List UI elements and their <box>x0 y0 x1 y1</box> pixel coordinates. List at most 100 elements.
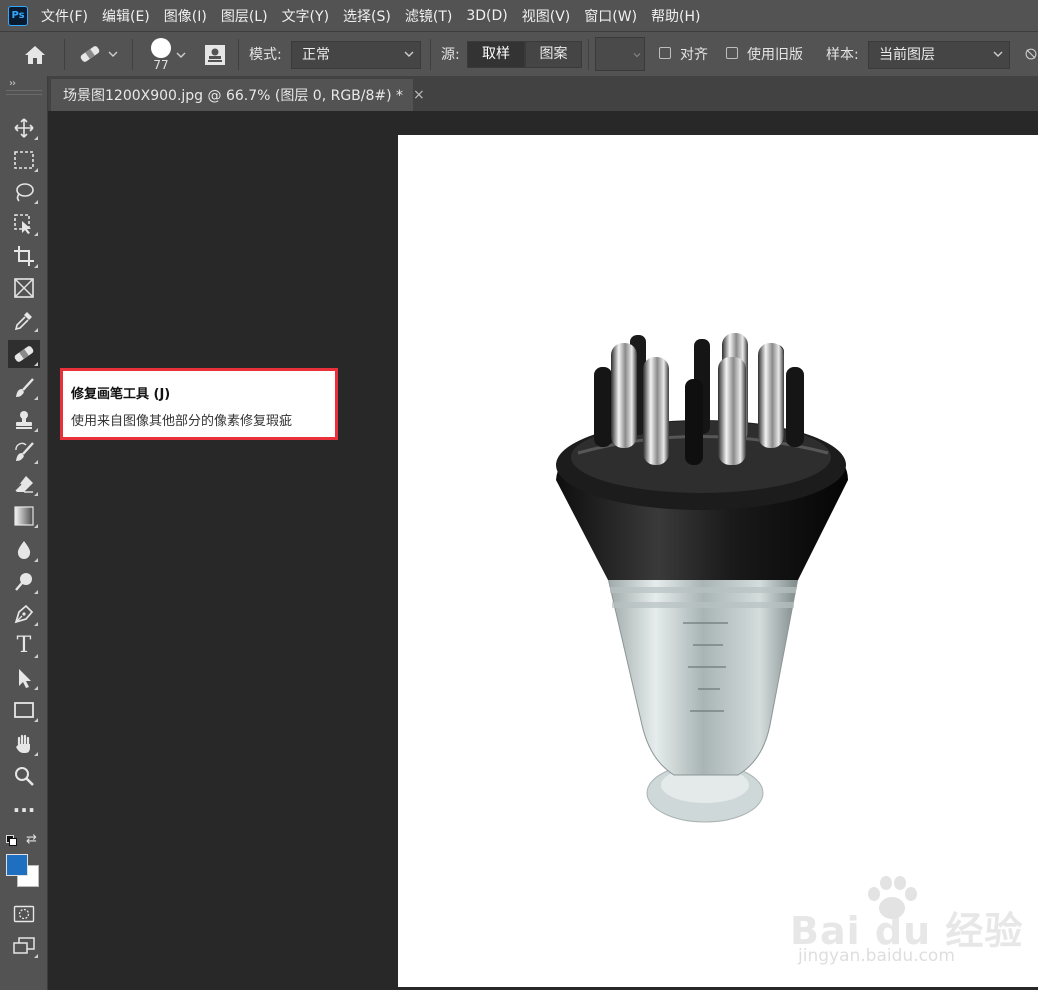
tool-group-indicator <box>34 752 38 756</box>
tool-group-indicator <box>34 328 38 332</box>
menu-edit[interactable]: 编辑(E) <box>102 6 150 26</box>
frame-icon <box>14 278 34 298</box>
object-select-icon <box>14 214 31 234</box>
stamp-icon <box>16 411 32 429</box>
ignore-adjustment-icon <box>1025 48 1037 60</box>
eraser-tool[interactable] <box>8 470 40 498</box>
menu-layer[interactable]: 图层(L) <box>221 6 268 26</box>
type-tool[interactable]: T <box>8 632 40 660</box>
sample-value: 当前图层 <box>879 47 935 63</box>
swap-colors-icon[interactable]: ⇄ <box>26 832 37 847</box>
source-label: 源: <box>441 47 460 63</box>
brush-tip-preview <box>151 38 171 58</box>
use-legacy-checkbox[interactable] <box>726 47 738 59</box>
sample-label: 样本: <box>826 47 859 63</box>
tool-group-indicator <box>34 622 38 626</box>
hand-tool[interactable] <box>8 730 40 758</box>
tool-group-indicator <box>34 686 38 690</box>
brush-picker[interactable]: 77 <box>140 36 192 74</box>
mode-value: 正常 <box>302 47 330 63</box>
mode-select[interactable]: 正常 <box>291 41 421 69</box>
separator <box>64 39 65 70</box>
frame-tool[interactable] <box>8 274 40 302</box>
tool-preset-picker[interactable] <box>72 40 124 68</box>
aligned-checkbox[interactable] <box>659 47 671 59</box>
rect-marquee-icon <box>14 151 34 169</box>
move-tool[interactable] <box>8 114 40 142</box>
drop-icon <box>17 541 31 559</box>
screen-mode-button[interactable] <box>8 932 40 960</box>
home-button[interactable] <box>20 41 50 69</box>
pen-tool[interactable] <box>8 600 40 628</box>
clone-stamp-tool[interactable] <box>8 406 40 434</box>
source-pattern-button[interactable]: 图案 <box>525 41 582 68</box>
tool-group-indicator <box>34 718 38 722</box>
collapse-panel-icon[interactable]: ›› <box>9 78 16 89</box>
screen-mode-icon <box>13 937 35 954</box>
menu-image[interactable]: 图像(I) <box>164 6 207 26</box>
history-brush-tool[interactable] <box>8 438 40 466</box>
dodge-tool[interactable] <box>8 568 40 596</box>
bandage-icon <box>14 346 34 362</box>
zoom-tool[interactable] <box>8 762 40 790</box>
menu-bar: Ps 文件(F) 编辑(E) 图像(I) 图层(L) 文字(Y) 选择(S) 滤… <box>0 0 1038 31</box>
eyedropper-tool[interactable] <box>8 306 40 334</box>
product-image <box>556 333 848 823</box>
source-sampled-button[interactable]: 取样 <box>467 41 525 68</box>
ignore-adjustment-layers-button[interactable] <box>1024 44 1038 64</box>
blur-tool[interactable] <box>8 536 40 564</box>
chevron-down-icon <box>176 52 186 58</box>
marquee-tool[interactable] <box>8 146 40 174</box>
sample-select[interactable]: 当前图层 <box>868 41 1010 69</box>
separator <box>430 39 431 70</box>
document-canvas[interactable] <box>398 135 1038 987</box>
path-selection-tool[interactable] <box>8 664 40 692</box>
canvas-workspace[interactable] <box>48 111 1038 990</box>
watermark-url: jingyan.baidu.com <box>798 946 955 966</box>
edit-toolbar-button[interactable]: ··· <box>8 796 40 824</box>
document-tab-title: 场景图1200X900.jpg @ 66.7% (图层 0, RGB/8#) * <box>63 88 404 104</box>
close-icon[interactable]: × <box>413 87 425 103</box>
menu-help[interactable]: 帮助(H) <box>651 6 700 26</box>
menu-3d[interactable]: 3D(D) <box>466 8 507 24</box>
brush-size-value: 77 <box>153 58 169 72</box>
menu-filter[interactable]: 滤镜(T) <box>405 6 452 26</box>
default-colors-icon[interactable] <box>6 835 17 846</box>
chevron-down-icon <box>633 53 641 58</box>
tool-group-indicator <box>34 492 38 496</box>
use-legacy-label: 使用旧版 <box>747 47 803 63</box>
object-selection-tool[interactable] <box>8 210 40 238</box>
rectangle-tool[interactable] <box>8 696 40 724</box>
gradient-tool[interactable] <box>8 502 40 530</box>
eraser-icon <box>14 476 33 493</box>
quick-mask-icon <box>13 905 35 923</box>
lasso-tool[interactable] <box>8 178 40 206</box>
menu-view[interactable]: 视图(V) <box>522 6 571 26</box>
crop-tool[interactable] <box>8 242 40 270</box>
tool-group-indicator <box>34 460 38 464</box>
tool-group-indicator <box>34 654 38 658</box>
tool-group-indicator <box>34 136 38 140</box>
document-tab[interactable]: 场景图1200X900.jpg @ 66.7% (图层 0, RGB/8#) *… <box>51 79 425 111</box>
panel-grip[interactable] <box>6 90 42 95</box>
brush-tool[interactable] <box>8 374 40 402</box>
stamp-icon <box>205 45 225 65</box>
tool-group-indicator <box>34 362 38 366</box>
pattern-picker[interactable] <box>595 37 645 71</box>
move-icon <box>14 118 34 138</box>
tool-group-indicator <box>34 200 38 204</box>
menu-select[interactable]: 选择(S) <box>343 6 391 26</box>
arrow-icon <box>19 669 31 688</box>
mode-label: 模式: <box>249 47 282 63</box>
menu-window[interactable]: 窗口(W) <box>584 6 637 26</box>
options-bar: 77 模式: 正常 源: 取样 图案 对齐 使用旧版 样本: 当前图层 <box>0 31 1038 76</box>
tool-group-indicator <box>34 264 38 268</box>
foreground-color-swatch[interactable] <box>6 854 28 876</box>
brush-settings-button[interactable] <box>200 41 230 69</box>
rectangle-icon <box>14 702 34 718</box>
quick-mask-button[interactable] <box>8 900 40 928</box>
healing-brush-tool[interactable] <box>8 340 40 368</box>
photoshop-logo[interactable]: Ps <box>8 5 28 26</box>
menu-type[interactable]: 文字(Y) <box>282 6 329 26</box>
menu-file[interactable]: 文件(F) <box>41 6 88 26</box>
